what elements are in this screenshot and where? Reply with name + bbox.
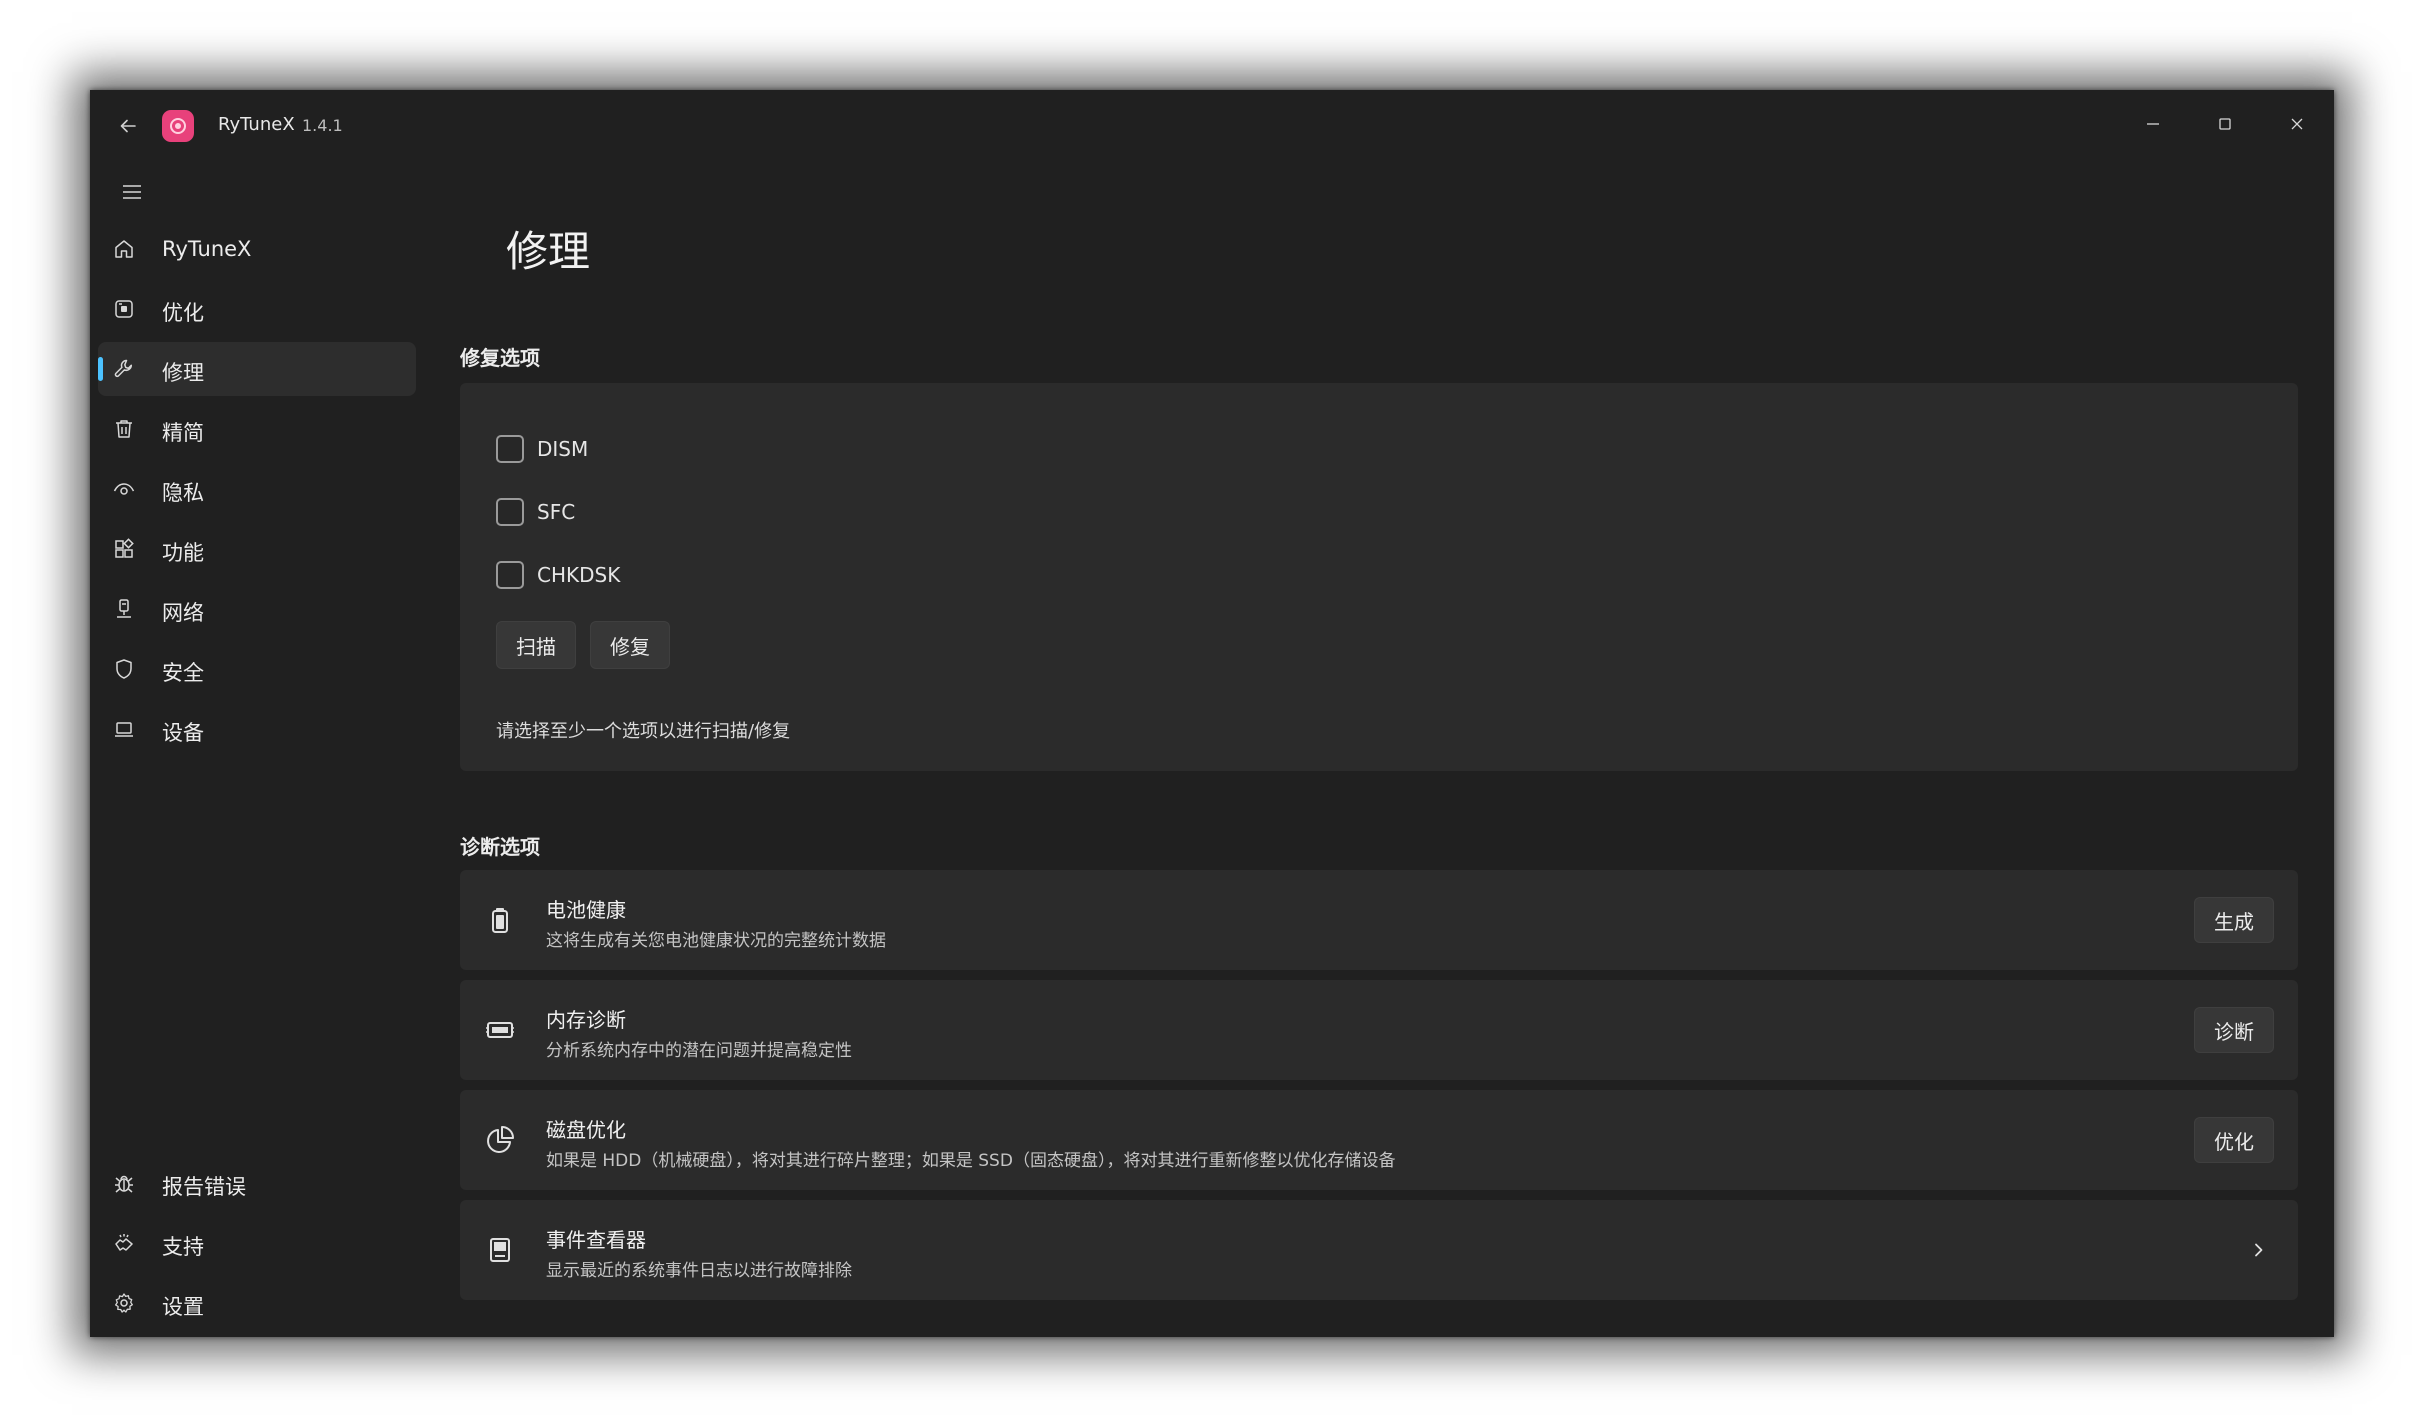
sidebar-item-privacy[interactable]: 隐私 [98, 462, 416, 516]
disk-optimize-title: 磁盘优化 [546, 1118, 626, 1142]
support-icon [112, 1231, 136, 1255]
battery-health-title: 电池健康 [546, 898, 626, 922]
sidebar-item-label: 安全 [162, 661, 204, 685]
sidebar-item-report-bug[interactable]: 报告错误 [98, 1156, 416, 1210]
logo-icon [170, 118, 186, 134]
eye-icon [112, 477, 136, 501]
event-viewer-card[interactable]: 事件查看器 显示最近的系统事件日志以进行故障排除 [460, 1200, 2298, 1300]
back-button[interactable] [112, 110, 144, 142]
active-indicator [98, 357, 103, 381]
repair-hint-text: 请选择至少一个选项以进行扫描/修复 [496, 721, 791, 742]
network-icon [112, 597, 136, 621]
sidebar-item-features[interactable]: 功能 [98, 522, 416, 576]
memory-diagnostic-card: 内存诊断 分析系统内存中的潜在问题并提高稳定性 诊断 [460, 980, 2298, 1080]
generate-button[interactable]: 生成 [2194, 897, 2274, 943]
close-icon [2291, 118, 2303, 130]
fix-button[interactable]: 修复 [590, 621, 670, 669]
hamburger-icon [123, 185, 141, 199]
sidebar-item-label: 隐私 [162, 481, 204, 505]
bug-icon [112, 1171, 136, 1195]
wrench-icon [112, 357, 136, 381]
memory-diagnostic-description: 分析系统内存中的潜在问题并提高稳定性 [546, 1041, 852, 1061]
sidebar-item-label: 设备 [162, 721, 204, 745]
memory-icon [484, 1014, 516, 1046]
sidebar-item-label: 网络 [162, 601, 204, 625]
option-chkdsk[interactable]: CHKDSK [496, 559, 620, 591]
optimize-icon [112, 297, 136, 321]
checkbox-label: SFC [537, 500, 576, 524]
scan-button[interactable]: 扫描 [496, 621, 576, 669]
close-button[interactable] [2274, 104, 2320, 144]
sidebar-item-network[interactable]: 网络 [98, 582, 416, 636]
option-dism[interactable]: DISM [496, 433, 588, 465]
sidebar-item-label: 优化 [162, 301, 204, 325]
optimize-button[interactable]: 优化 [2194, 1117, 2274, 1163]
app-window: RyTuneX 1.4.1 RyTuneX 优化 修理 精简 隐私 功能 网络 … [90, 90, 2334, 1337]
sidebar-item-label: 功能 [162, 541, 204, 565]
event-viewer-title: 事件查看器 [546, 1228, 646, 1252]
checkbox-label: DISM [537, 437, 589, 461]
app-title: RyTuneX [218, 114, 295, 135]
laptop-icon [112, 717, 136, 741]
sidebar-item-label: 报告错误 [162, 1175, 246, 1199]
option-sfc[interactable]: SFC [496, 496, 575, 528]
menu-toggle-button[interactable] [110, 170, 154, 214]
shield-icon [112, 657, 136, 681]
apps-icon [112, 537, 136, 561]
sidebar-item-security[interactable]: 安全 [98, 642, 416, 696]
sidebar-item-settings[interactable]: 设置 [98, 1276, 416, 1330]
battery-health-description: 这将生成有关您电池健康状况的完整统计数据 [546, 931, 886, 951]
repair-options-card: DISM SFC CHKDSK 扫描 修复 请选择至少一个选项以进行扫描/修复 [460, 383, 2298, 771]
chkdsk-checkbox[interactable] [496, 561, 524, 589]
diagnostics-section-title: 诊断选项 [460, 835, 540, 859]
sfc-checkbox[interactable] [496, 498, 524, 526]
trash-icon [112, 417, 136, 441]
back-arrow-icon [120, 119, 136, 133]
sidebar-item-label: 修理 [162, 361, 204, 385]
sidebar-item-label: 精简 [162, 421, 204, 445]
chevron-right-icon [2244, 1236, 2272, 1264]
battery-icon [484, 904, 516, 936]
maximize-icon [2219, 118, 2231, 130]
title-bar: RyTuneX 1.4.1 [90, 90, 2334, 160]
repair-section-title: 修复选项 [460, 346, 540, 370]
checkbox-label: CHKDSK [537, 563, 621, 587]
disk-optimize-card: 磁盘优化 如果是 HDD（机械硬盘），将对其进行碎片整理；如果是 SSD（固态硬… [460, 1090, 2298, 1190]
dism-checkbox[interactable] [496, 435, 524, 463]
sidebar-item-debloat[interactable]: 精简 [98, 402, 416, 456]
sidebar-item-label: 设置 [162, 1295, 204, 1319]
event-viewer-icon [484, 1234, 516, 1266]
event-viewer-description: 显示最近的系统事件日志以进行故障排除 [546, 1261, 852, 1281]
home-icon [112, 237, 136, 261]
maximize-button[interactable] [2202, 104, 2248, 144]
sidebar-item-repair[interactable]: 修理 [98, 342, 416, 396]
gear-icon [112, 1291, 136, 1315]
sidebar-item-home[interactable]: RyTuneX [98, 222, 416, 276]
battery-health-card: 电池健康 这将生成有关您电池健康状况的完整统计数据 生成 [460, 870, 2298, 970]
page-title: 修理 [506, 227, 591, 276]
sidebar-item-support[interactable]: 支持 [98, 1216, 416, 1270]
app-logo [162, 110, 194, 142]
disk-chart-icon [484, 1124, 516, 1156]
minimize-button[interactable] [2130, 104, 2176, 144]
sidebar-item-optimize[interactable]: 优化 [98, 282, 416, 336]
disk-optimize-description: 如果是 HDD（机械硬盘），将对其进行碎片整理；如果是 SSD（固态硬盘），将对… [546, 1151, 1396, 1171]
memory-diagnostic-title: 内存诊断 [546, 1008, 626, 1032]
sidebar-item-label: 支持 [162, 1235, 204, 1259]
diagnose-button[interactable]: 诊断 [2194, 1007, 2274, 1053]
minimize-icon [2147, 123, 2159, 125]
app-version: 1.4.1 [302, 116, 343, 135]
sidebar-item-device[interactable]: 设备 [98, 702, 416, 756]
sidebar-item-label: RyTuneX [162, 237, 252, 261]
